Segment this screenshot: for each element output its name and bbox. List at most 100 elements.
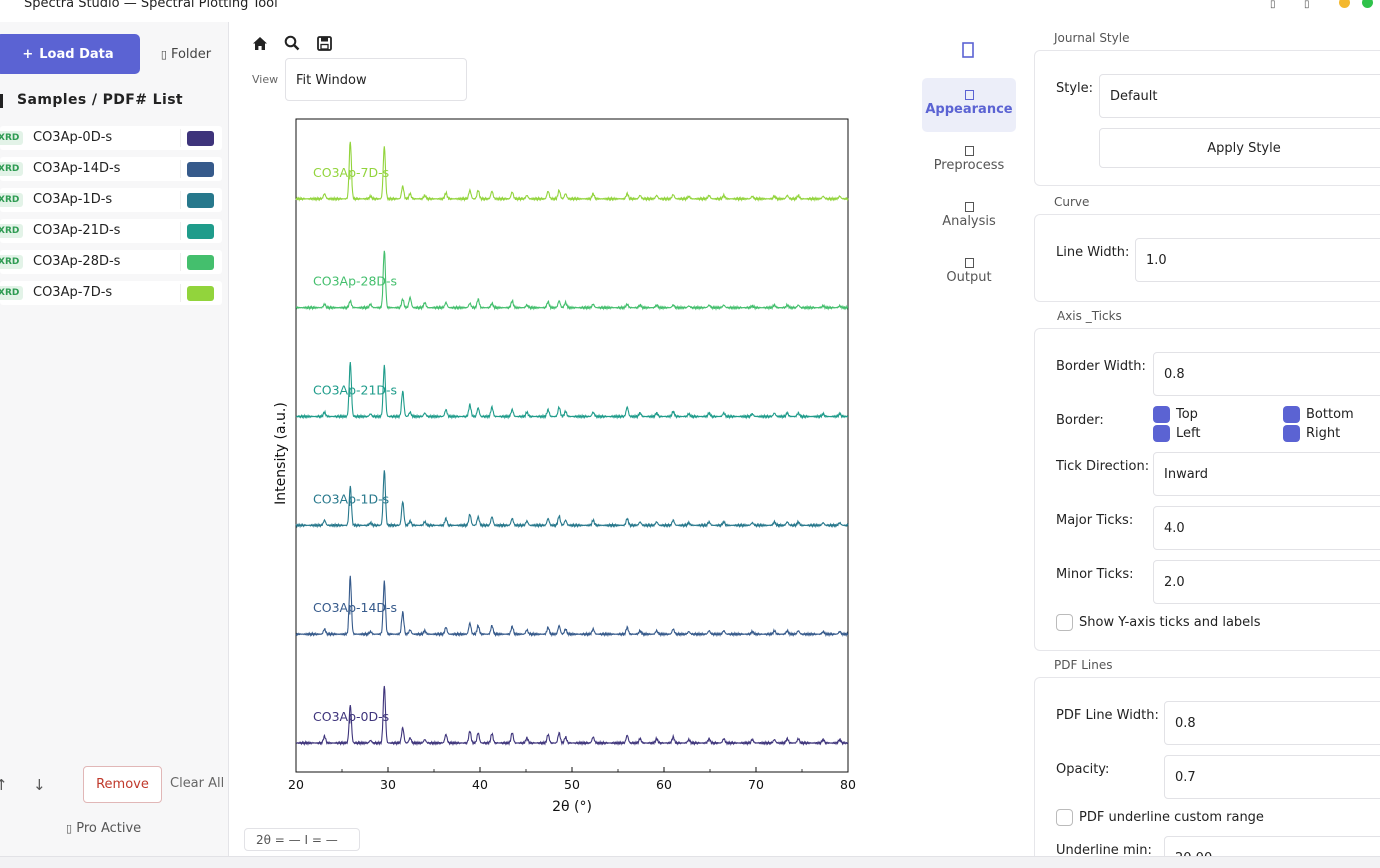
nav-appearance[interactable]: Appearance	[922, 78, 1016, 132]
nav-preprocess-label: Preprocess	[933, 158, 1005, 173]
preprocess-icon	[964, 146, 974, 156]
sample-type-badge: XRD	[0, 162, 24, 176]
sample-name: CO3Ap-28D-s	[33, 254, 121, 269]
sample-name: CO3Ap-1D-s	[33, 192, 113, 207]
sample-row[interactable]: XRD CO3Ap-0D-s	[0, 126, 222, 150]
pdf-line-width-input[interactable]: 0.8	[1164, 701, 1380, 745]
border-left-checkbox[interactable]	[1153, 425, 1170, 442]
style-label: Style:	[1056, 81, 1094, 96]
xrd-plot[interactable]: CO3Ap-0D-s CO3Ap-14D-s CO3Ap-1D-s CO3Ap-21D…	[255, 110, 865, 820]
border-bottom-checkbox[interactable]	[1283, 406, 1300, 423]
output-icon	[964, 258, 974, 268]
journal-style-title: Journal Style	[1054, 31, 1130, 45]
nav-analysis[interactable]: Analysis	[922, 190, 1016, 244]
view-select[interactable]: Fit Window	[285, 58, 467, 101]
sample-color-swatch[interactable]	[187, 193, 214, 208]
list-icon	[0, 94, 3, 108]
border-top-label: Top	[1176, 407, 1198, 422]
sample-row[interactable]: XRD CO3Ap-14D-s	[0, 157, 222, 181]
pro-status: ▯ Pro Active	[66, 821, 141, 836]
border-width-input[interactable]: 0.8	[1153, 352, 1380, 396]
row-divider	[180, 160, 181, 178]
y-axis-label: Intensity (a.u.)	[273, 402, 289, 505]
sample-row[interactable]: XRD CO3Ap-28D-s	[0, 250, 222, 274]
sample-color-swatch[interactable]	[187, 162, 214, 177]
border-left-label: Left	[1176, 426, 1201, 441]
x-tick-label: 30	[380, 777, 396, 792]
green-window-dot[interactable]	[1362, 0, 1373, 8]
x-axis-label: 2θ (°)	[552, 799, 592, 815]
load-data-label: Load Data	[39, 46, 114, 62]
row-divider	[180, 222, 181, 240]
sample-type-badge: XRD	[0, 224, 24, 238]
sample-list-title: Samples / PDF# List	[17, 92, 184, 108]
nav-preprocess[interactable]: Preprocess	[922, 134, 1016, 188]
badge-icon: ▯	[66, 822, 73, 835]
sample-type-badge: XRD	[0, 255, 24, 269]
apply-style-button[interactable]: Apply Style	[1099, 128, 1380, 168]
x-tick-label: 60	[656, 777, 672, 792]
tick-direction-select[interactable]: Inward	[1153, 452, 1380, 496]
row-divider	[180, 129, 181, 147]
sample-color-swatch[interactable]	[187, 286, 214, 301]
custom-range-checkbox[interactable]	[1056, 809, 1073, 826]
nav-analysis-label: Analysis	[942, 214, 996, 229]
pro-status-label: Pro Active	[76, 821, 142, 836]
major-ticks-input[interactable]: 4.0	[1153, 506, 1380, 550]
status-bar	[0, 856, 1380, 868]
sample-color-swatch[interactable]	[187, 131, 214, 146]
folder-icon: ▯	[160, 47, 167, 61]
curve-title: Curve	[1054, 195, 1090, 209]
left-panel: + Load Data ▯ Folder Samples / PDF# List…	[0, 22, 229, 856]
yellow-window-dot[interactable]	[1339, 0, 1350, 8]
sample-row[interactable]: XRD CO3Ap-1D-s	[0, 188, 222, 212]
load-data-button[interactable]: + Load Data	[0, 34, 140, 74]
nav-output-label: Output	[946, 270, 992, 285]
sample-color-swatch[interactable]	[187, 255, 214, 270]
view-label: View	[252, 73, 279, 86]
axis-ticks-title: Axis _Ticks	[1057, 309, 1122, 323]
sample-type-badge: XRD	[0, 131, 24, 145]
x-tick-label: 80	[840, 777, 856, 792]
row-divider	[180, 253, 181, 271]
x-tick-label: 40	[472, 777, 488, 792]
document-icon[interactable]	[961, 42, 975, 58]
border-right-checkbox[interactable]	[1283, 425, 1300, 442]
minor-ticks-input[interactable]: 2.0	[1153, 560, 1380, 604]
folder-button[interactable]: ▯ Folder	[150, 34, 222, 74]
line-width-label: Line Width:	[1056, 245, 1130, 260]
custom-range-label: PDF underline custom range	[1079, 810, 1264, 825]
sample-row[interactable]: XRD CO3Ap-7D-s	[0, 281, 222, 305]
x-tick-label: 70	[748, 777, 764, 792]
show-y-axis-checkbox[interactable]	[1056, 614, 1073, 631]
nav-output[interactable]: Output	[922, 246, 1016, 300]
zoom-icon[interactable]	[282, 33, 302, 53]
home-icon[interactable]	[250, 33, 270, 53]
border-top-checkbox[interactable]	[1153, 406, 1170, 423]
nav-appearance-label: Appearance	[925, 102, 1013, 117]
border-label: Border:	[1056, 413, 1104, 428]
save-icon[interactable]	[314, 33, 334, 53]
clear-all-button[interactable]: Clear All	[170, 776, 224, 791]
opacity-input[interactable]: 0.7	[1164, 755, 1380, 799]
opacity-label: Opacity:	[1056, 762, 1110, 777]
window-title: Spectra Studio — Spectral Plotting Tool	[24, 0, 278, 11]
sample-color-swatch[interactable]	[187, 224, 214, 239]
remove-button[interactable]: Remove	[83, 766, 162, 803]
line-width-input[interactable]: 1.0	[1135, 238, 1380, 282]
sample-type-badge: XRD	[0, 193, 24, 207]
sample-name: CO3Ap-14D-s	[33, 161, 121, 176]
minor-ticks-label: Minor Ticks:	[1056, 567, 1134, 582]
x-tick-label: 50	[564, 777, 580, 792]
move-down-button[interactable]: ↓	[33, 776, 46, 794]
series-label: CO3Ap-28D-s	[313, 274, 397, 289]
minimize-icon[interactable]: ▯	[1270, 0, 1276, 10]
series-label: CO3Ap-0D-s	[313, 709, 389, 724]
move-up-button[interactable]: ↑	[0, 776, 8, 794]
title-bar: Spectra Studio — Spectral Plotting Tool …	[0, 0, 1380, 14]
tick-direction-label: Tick Direction:	[1056, 459, 1150, 474]
maximize-icon[interactable]: ▯	[1304, 0, 1310, 10]
sample-row[interactable]: XRD CO3Ap-21D-s	[0, 219, 222, 243]
style-select[interactable]: Default	[1099, 74, 1380, 118]
plus-icon: +	[22, 46, 34, 62]
